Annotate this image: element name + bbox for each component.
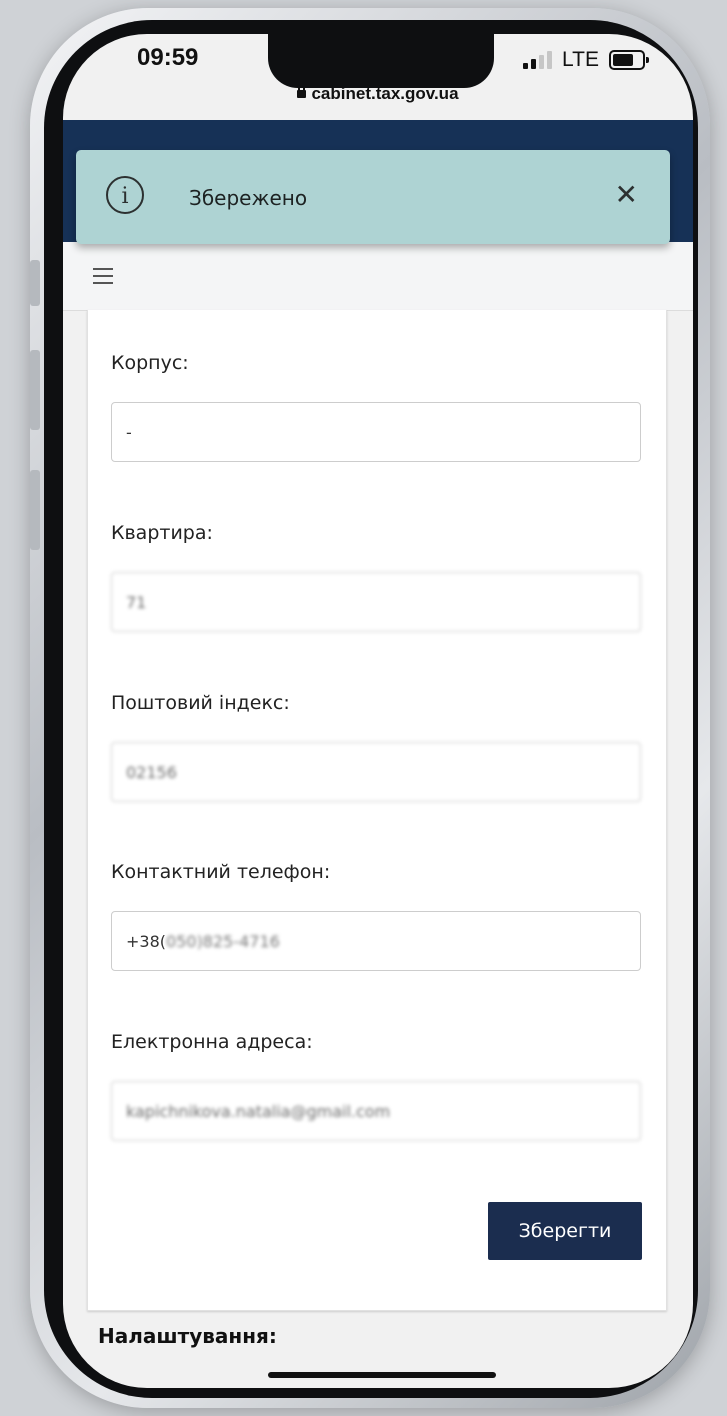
- postal-code-label: Поштовий індекс:: [111, 692, 290, 714]
- hamburger-icon[interactable]: [93, 268, 113, 289]
- phone-number: )825-4716: [196, 931, 280, 951]
- postal-code-input[interactable]: [111, 742, 641, 802]
- phone-screen: 09:59 LTE cabinet.tax.gov.ua i Збережено…: [63, 34, 693, 1388]
- building-label: Корпус:: [111, 352, 189, 374]
- apartment-label: Квартира:: [111, 522, 213, 544]
- lock-icon: [297, 84, 307, 98]
- status-time: 09:59: [137, 44, 199, 71]
- building-input[interactable]: [111, 402, 641, 462]
- close-icon[interactable]: ✕: [615, 180, 638, 210]
- network-type: LTE: [562, 48, 599, 71]
- status-icons: LTE: [523, 48, 649, 72]
- volume-down-button: [30, 470, 40, 550]
- toast-notification: i Збережено ✕: [76, 150, 670, 244]
- contact-form: Корпус: Квартира: Поштовий індекс: Конта…: [87, 310, 667, 1311]
- phone-label: Контактний телефон:: [111, 861, 331, 883]
- signal-icon: [523, 51, 552, 69]
- phone-code: 050: [166, 931, 197, 951]
- side-button: [30, 260, 40, 306]
- notch: [268, 34, 494, 88]
- home-indicator[interactable]: [268, 1372, 496, 1378]
- save-button[interactable]: Зберегти: [488, 1202, 642, 1260]
- battery-icon: [608, 50, 649, 70]
- info-icon: i: [106, 176, 144, 214]
- email-input[interactable]: [111, 1081, 641, 1141]
- settings-title: Налаштування:: [98, 1324, 277, 1348]
- email-label: Електронна адреса:: [111, 1031, 313, 1053]
- apartment-input[interactable]: [111, 572, 641, 632]
- volume-up-button: [30, 350, 40, 430]
- phone-prefix: +38(: [126, 931, 167, 951]
- toast-message: Збережено: [189, 186, 308, 210]
- menu-bar: [63, 242, 693, 311]
- phone-input[interactable]: +38(050)825-4716: [111, 911, 641, 971]
